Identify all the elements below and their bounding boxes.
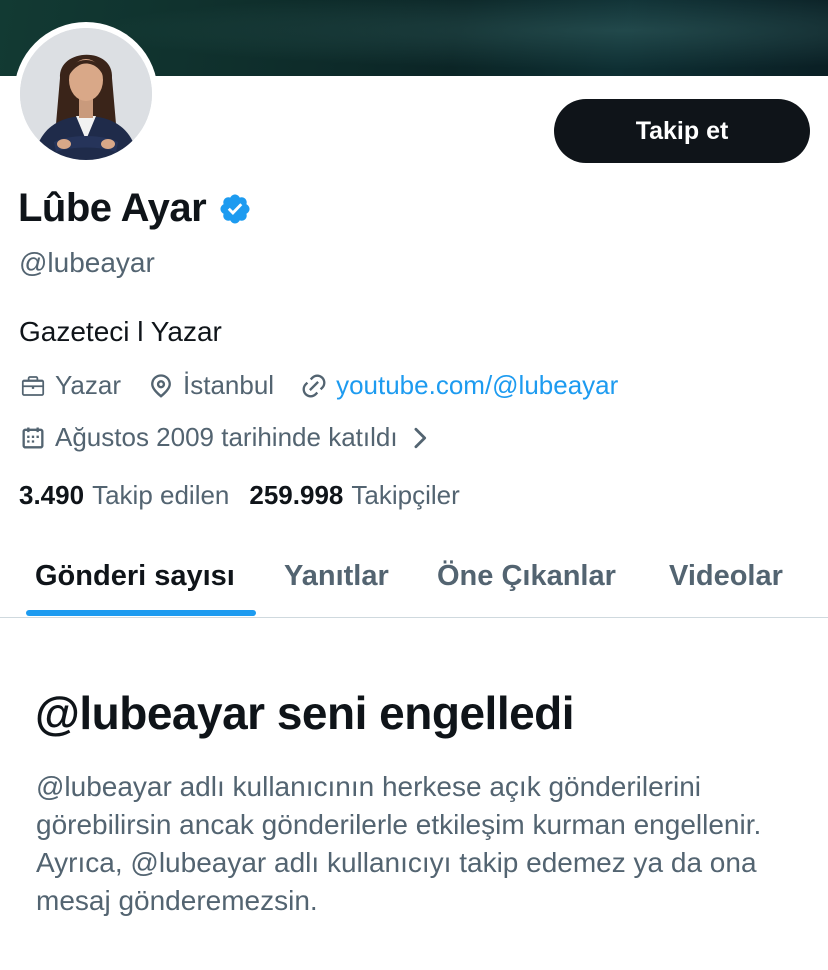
website-item[interactable]: youtube.com/@lubeayar <box>300 370 618 401</box>
profile-name-row: Lûbe Ayar <box>18 186 252 231</box>
joined-text: Ağustos 2009 tarihinde katıldı <box>55 422 398 452</box>
occupation-text: Yazar <box>55 370 121 400</box>
briefcase-icon <box>21 375 45 396</box>
chevron-right-icon[interactable] <box>406 424 434 452</box>
website-link[interactable]: youtube.com/@lubeayar <box>336 370 618 401</box>
joined-date-row[interactable]: Ağustos 2009 tarihinde katıldı <box>19 422 442 453</box>
occupation-item: Yazar <box>19 370 121 401</box>
profile-bio: Gazeteci l Yazar <box>19 316 222 347</box>
tab-videos[interactable]: Videolar <box>669 540 783 612</box>
following-stat[interactable]: 3.490 Takip edilen <box>19 480 229 511</box>
link-icon <box>302 374 326 397</box>
profile-meta: Yazar İstanbul youtube.com/@lubeayar <box>19 370 644 401</box>
follow-stats: 3.490 Takip edilen 259.998 Takipçiler <box>19 480 480 511</box>
followers-count: 259.998 <box>249 480 344 510</box>
profile-tabs: Gönderi sayısı Yanıtlar Öne Çıkanlar Vid… <box>0 540 828 617</box>
location-text: İstanbul <box>183 370 275 400</box>
location-item: İstanbul <box>147 370 274 401</box>
verified-badge-icon[interactable] <box>218 192 252 226</box>
tab-replies[interactable]: Yanıtlar <box>284 540 389 612</box>
followers-stat[interactable]: 259.998 Takipçiler <box>249 480 459 511</box>
profile-handle: @lubeayar <box>19 247 155 278</box>
blocked-title: @lubeayar seni engelledi <box>35 687 575 739</box>
following-label: Takip edilen <box>92 480 230 510</box>
tab-highlights[interactable]: Öne Çıkanlar <box>437 540 616 612</box>
avatar-photo <box>20 28 152 160</box>
tab-posts[interactable]: Gönderi sayısı <box>35 540 235 612</box>
following-count: 3.490 <box>19 480 85 510</box>
active-tab-indicator <box>26 610 256 616</box>
follow-button[interactable]: Takip et <box>554 99 810 163</box>
blocked-description: @lubeayar adlı kullanıcının herkese açık… <box>36 771 762 916</box>
calendar-icon <box>22 427 44 448</box>
avatar[interactable] <box>20 28 152 160</box>
display-name: Lûbe Ayar <box>18 186 207 230</box>
followers-label: Takipçiler <box>351 480 460 510</box>
location-pin-icon <box>151 373 171 398</box>
tabs-divider <box>0 617 828 618</box>
